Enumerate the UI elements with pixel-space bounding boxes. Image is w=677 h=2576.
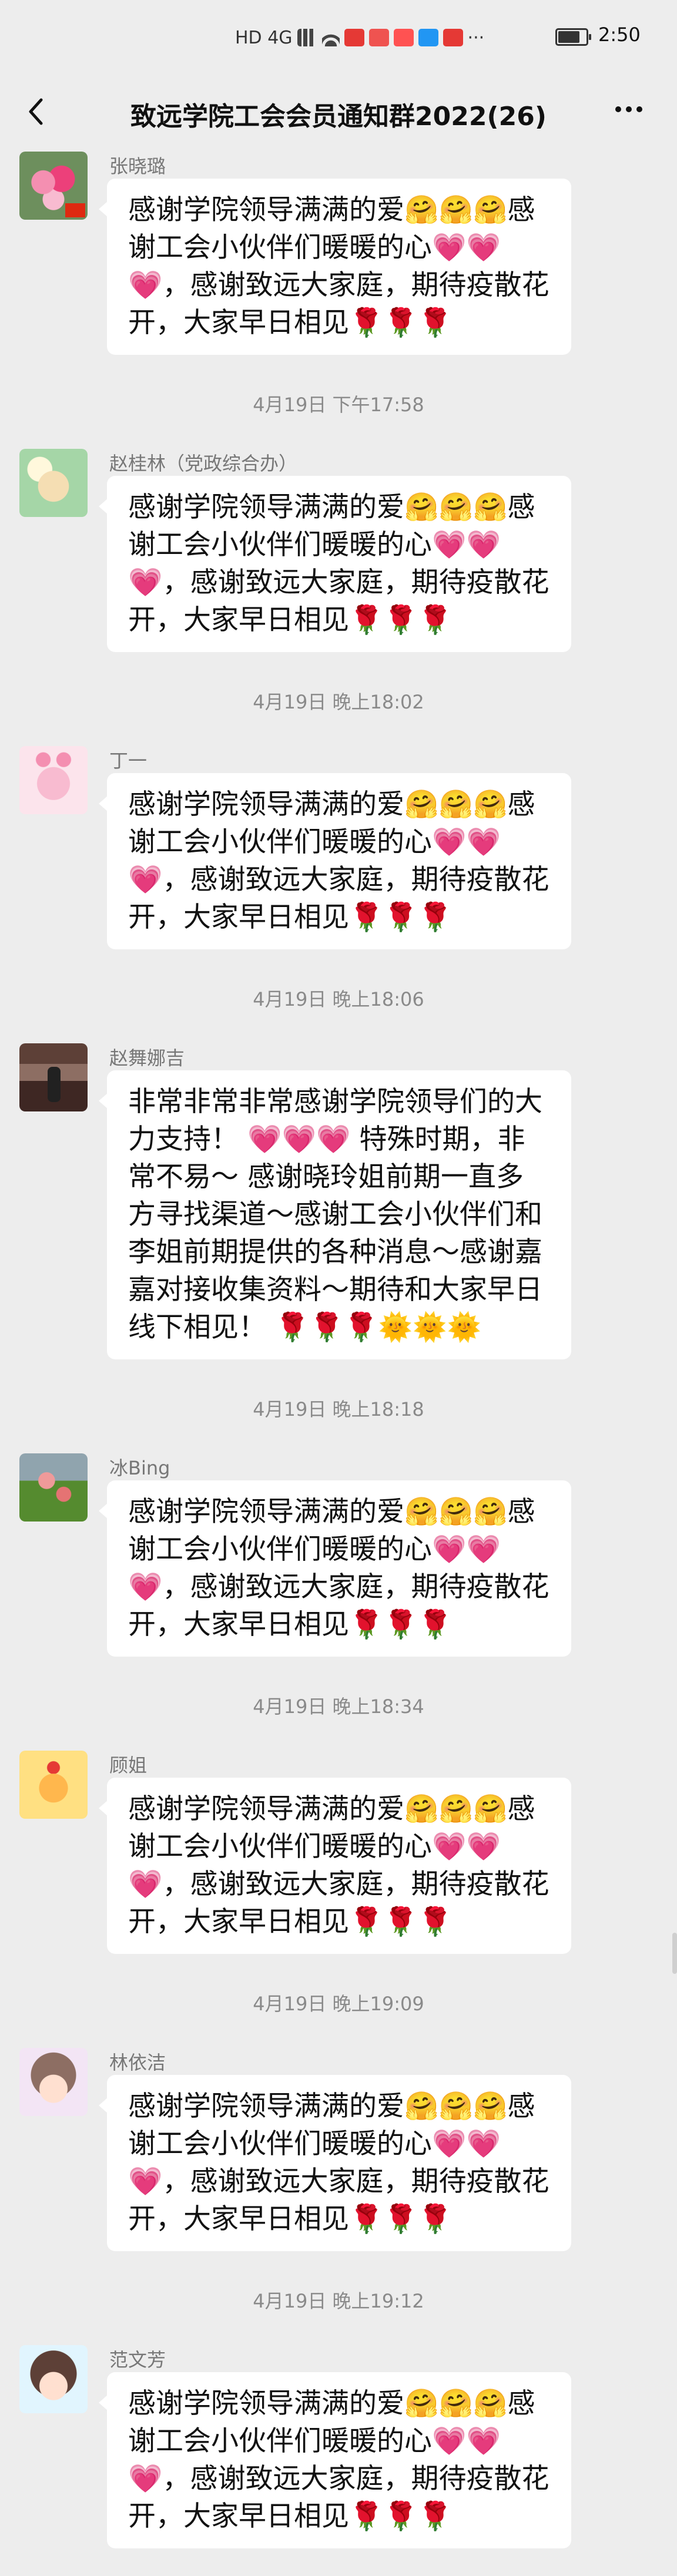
app-notification-icon: [393, 29, 414, 46]
app-notification-icon: [418, 29, 438, 46]
message-bubble[interactable]: 感谢学院领导满满的爱🤗🤗🤗感谢工会小伙伴们暖暖的心💗💗💗，感谢致远大家庭，期待疫…: [99, 1480, 571, 1657]
timestamp: 4月19日 晚上18:18: [253, 1398, 424, 1420]
avatar[interactable]: [19, 1751, 88, 1819]
sender-name: 张晓璐: [109, 155, 166, 177]
flag-icon: [65, 203, 85, 217]
sender-name: 顾姐: [109, 1754, 148, 1776]
timestamp: 4月19日 晚上19:12: [253, 2290, 424, 2312]
timestamp: 4月19日 晚上18:02: [253, 691, 424, 713]
avatar[interactable]: [19, 2345, 88, 2413]
timestamp: 4月19日 下午17:58: [253, 394, 424, 416]
sender-name: 冰Bing: [109, 1457, 170, 1479]
message-bubble[interactable]: 感谢学院领导满满的爱🤗🤗🤗感谢工会小伙伴们暖暖的心💗💗💗，感谢致远大家庭，期待疫…: [99, 1778, 571, 1954]
chat-title: 致远学院工会会员通知群2022(26): [130, 102, 547, 132]
scroll-indicator[interactable]: [672, 1933, 677, 1974]
avatar[interactable]: [19, 449, 88, 517]
app-notification-icon: [368, 29, 389, 46]
sender-name: 丁一: [109, 750, 148, 772]
message-bubble[interactable]: 感谢学院领导满满的爱🤗🤗🤗感谢工会小伙伴们暖暖的心💗💗💗，感谢致远大家庭，期待疫…: [99, 2075, 571, 2251]
timestamp: 4月19日 晚上19:09: [253, 1993, 424, 2015]
message-bubble[interactable]: 感谢学院领导满满的爱🤗🤗🤗感谢工会小伙伴们暖暖的心💗💗💗，感谢致远大家庭，期待疫…: [99, 773, 571, 949]
sender-name: 林依洁: [109, 2051, 166, 2074]
sender-name: 范文芳: [109, 2349, 166, 2371]
timestamp: 4月19日 晚上18:06: [253, 988, 424, 1010]
message-bubble[interactable]: 感谢学院领导满满的爱🤗🤗🤗感谢工会小伙伴们暖暖的心💗💗💗，感谢致远大家庭，期待疫…: [99, 2372, 571, 2548]
signal-icon: [297, 29, 317, 46]
sender-name: 赵舞娜吉: [109, 1047, 185, 1069]
clock: 2:50: [598, 23, 641, 46]
app-notification-icon: [443, 29, 463, 46]
chat-header: 致远学院工会会员通知群2022(26): [0, 78, 677, 143]
app-notification-icon: [344, 29, 364, 46]
more-options-icon[interactable]: [611, 98, 646, 121]
person-figure: [48, 1067, 61, 1102]
avatar[interactable]: [19, 746, 88, 814]
message-bubble[interactable]: 非常非常非常感谢学院领导们的大力支持！ 💗💗💗 特殊时期，非常不易～ 感谢晓玲姐…: [99, 1070, 571, 1359]
battery-icon: [555, 28, 591, 46]
more-notifications-icon: ···: [467, 27, 485, 48]
timestamp: 4月19日 晚上18:34: [253, 1695, 424, 1718]
status-bar: HD 4G ··· 2:50: [0, 0, 677, 78]
avatar[interactable]: [19, 2048, 88, 2116]
network-indicator: HD 4G: [235, 27, 293, 48]
message-bubble[interactable]: 感谢学院领导满满的爱🤗🤗🤗感谢工会小伙伴们暖暖的心💗💗💗，感谢致远大家庭，期待疫…: [99, 179, 571, 355]
status-icons: HD 4G ···: [235, 23, 484, 52]
avatar[interactable]: [19, 152, 88, 220]
wifi-icon: [321, 29, 340, 46]
message-bubble[interactable]: 感谢学院领导满满的爱🤗🤗🤗感谢工会小伙伴们暖暖的心💗💗💗，感谢致远大家庭，期待疫…: [99, 476, 571, 652]
sender-name: 赵桂林（党政综合办）: [109, 452, 298, 475]
avatar[interactable]: [19, 1453, 88, 1522]
avatar[interactable]: [19, 1043, 88, 1111]
